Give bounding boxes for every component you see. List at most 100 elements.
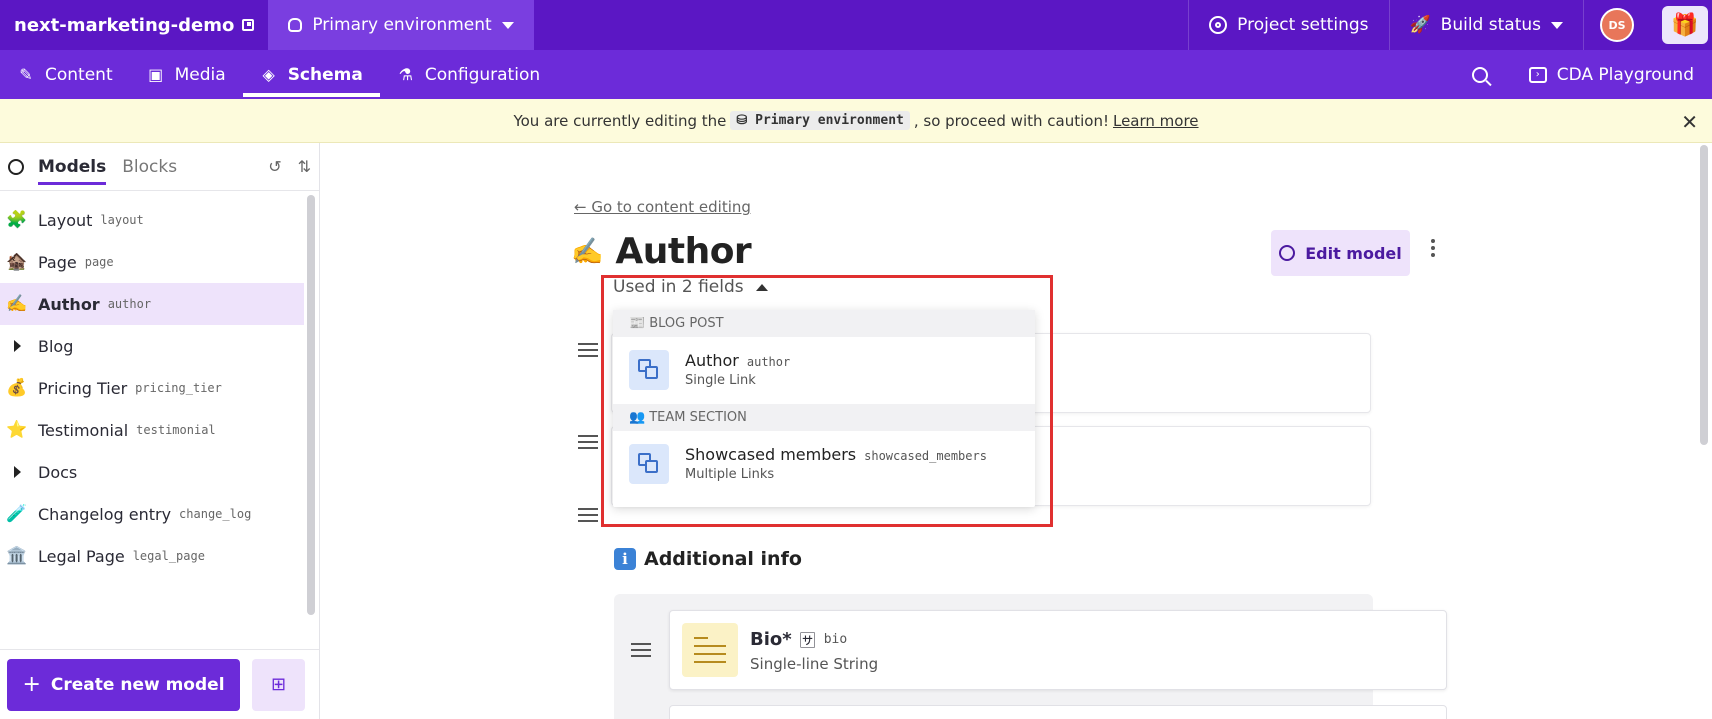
learn-more-link[interactable]: Learn more: [1113, 112, 1199, 130]
close-icon[interactable]: ✕: [1681, 110, 1698, 134]
build-status-label: Build status: [1440, 15, 1541, 35]
sidebar-item-legal-page[interactable]: 🏛️ Legal Page legal_page: [0, 535, 304, 577]
sidebar-item-api: change_log: [179, 507, 252, 521]
search-icon: [1471, 66, 1488, 83]
tab-models[interactable]: Models: [38, 147, 107, 187]
tab-blocks[interactable]: Blocks: [122, 147, 177, 187]
nav-content-label: Content: [45, 64, 113, 85]
puzzle-icon: 🧩: [6, 210, 28, 230]
create-new-model-button[interactable]: + Create new model: [7, 658, 240, 711]
sidebar-item-label: Blog: [38, 336, 74, 356]
dropdown-group-header: 👥 TEAM SECTION: [613, 404, 1035, 431]
dropdown-item-name: Author author: [685, 351, 790, 370]
image-icon: ▣: [148, 65, 164, 84]
dropdown-item-api: author: [746, 355, 791, 369]
test-tube-icon: 🧪: [6, 504, 28, 524]
main-scrollbar[interactable]: [1700, 145, 1708, 445]
sidebar-item-api: legal_page: [132, 549, 205, 563]
nav-configuration[interactable]: ⚗ Configuration: [380, 50, 557, 99]
nav-schema[interactable]: ◈ Schema: [242, 50, 380, 99]
sidebar-item-label: Author: [38, 294, 100, 314]
sidebar-header: Models Blocks ↺ ⇅: [0, 143, 319, 191]
terminal-icon: ›: [1528, 66, 1547, 83]
page-title: ✍️ Author: [571, 231, 752, 272]
translate-icon: 🈂: [799, 631, 816, 650]
caret-right-icon: [4, 340, 30, 352]
sidebar-folder-docs[interactable]: Docs: [0, 451, 304, 493]
drag-handle-icon[interactable]: [631, 643, 651, 657]
dropdown-item-type: Single Link: [685, 373, 756, 388]
gear-icon: [1279, 245, 1296, 261]
banner-text-after: , so proceed with caution!: [913, 111, 1109, 130]
money-bag-icon: 💰: [6, 378, 28, 398]
sidebar-item-pricing-tier[interactable]: 💰 Pricing Tier pricing_tier: [0, 367, 304, 409]
banner-env-label: Primary environment: [755, 113, 904, 128]
edit-icon: ✎: [19, 65, 33, 84]
more-options-icon[interactable]: [1431, 239, 1435, 257]
sidebar-item-changelog-entry[interactable]: 🧪 Changelog entry change_log: [0, 493, 304, 535]
models-list: 🧩 Layout layout 🏚️ Page page ✍️ Author a…: [0, 199, 304, 577]
sidebar-item-api: page: [84, 255, 114, 269]
sort-icon[interactable]: ⇅: [298, 157, 311, 176]
gear-icon: [1209, 16, 1228, 34]
drag-handle-icon[interactable]: [578, 508, 598, 522]
environment-selector[interactable]: Primary environment: [268, 0, 534, 50]
sidebar-item-api: author: [107, 297, 152, 311]
environment-warning-banner: You are currently editing the ⛁ Primary …: [0, 99, 1712, 143]
dropdown-item[interactable]: Author author Single Link: [613, 337, 1035, 404]
nav-media-label: Media: [174, 64, 226, 85]
top-bar: next-marketing-demo Primary environment …: [0, 0, 1712, 50]
history-icon[interactable]: ↺: [268, 157, 281, 176]
dropdown-item[interactable]: Showcased members showcased_members Mult…: [613, 431, 1035, 498]
build-status-button[interactable]: 🚀 Build status: [1388, 0, 1584, 50]
project-name[interactable]: next-marketing-demo: [0, 0, 268, 50]
project-settings-button[interactable]: Project settings: [1188, 0, 1388, 50]
field-name-label: Bio*: [750, 628, 792, 650]
dropdown-group-label: BLOG POST: [649, 316, 724, 331]
link-field-icon: [629, 444, 669, 484]
sidebar-folder-blog[interactable]: Blog: [0, 325, 304, 367]
search-icon[interactable]: [8, 158, 24, 175]
writing-hand-icon: ✍️: [6, 294, 28, 314]
sidebar-item-label: Docs: [38, 462, 78, 482]
go-to-content-editing-link[interactable]: ← Go to content editing: [574, 198, 751, 216]
sidebar-item-label: Legal Page: [38, 546, 125, 566]
newspaper-icon: 📰: [629, 316, 646, 331]
drag-handle-icon[interactable]: [578, 435, 598, 449]
sidebar-item-page[interactable]: 🏚️ Page page: [0, 241, 304, 283]
sidebar-item-testimonial[interactable]: ⭐ Testimonial testimonial: [0, 409, 304, 451]
sidebar-item-author[interactable]: ✍️ Author author: [0, 283, 304, 325]
field-card-bio[interactable]: Bio* 🈂 bio Single-line String: [669, 610, 1447, 690]
nav-media[interactable]: ▣ Media: [130, 50, 243, 99]
chevron-down-icon: [1551, 21, 1563, 29]
edit-model-button[interactable]: Edit model: [1271, 230, 1410, 276]
fieldset-header: i Additional info: [614, 548, 802, 570]
folder-plus-icon: ⊞: [270, 674, 287, 695]
cda-playground-button[interactable]: › CDA Playground: [1512, 50, 1712, 99]
field-name: Bio* 🈂 bio: [750, 627, 847, 651]
new-folder-button[interactable]: ⊞: [252, 658, 305, 711]
sidebar-scrollbar[interactable]: [307, 195, 315, 615]
field-api-key: bio: [823, 631, 848, 647]
nav-content[interactable]: ✎ Content: [0, 50, 130, 99]
page-title-text: Author: [615, 231, 752, 272]
dropdown-item-label: Showcased members: [685, 445, 857, 464]
dropdown-item-name: Showcased members showcased_members: [685, 445, 987, 464]
user-menu[interactable]: DS: [1583, 0, 1650, 50]
project-name-label: next-marketing-demo: [14, 14, 235, 36]
sidebar-item-label: Testimonial: [38, 420, 129, 440]
sidebar-item-layout[interactable]: 🧩 Layout layout: [0, 199, 304, 241]
gift-icon[interactable]: 🎁: [1662, 6, 1708, 44]
used-in-dropdown: 📰 BLOG POST Author author Single Link 👥 …: [613, 310, 1035, 507]
sidebar-footer: + Create new model ⊞: [0, 649, 319, 719]
dropdown-item-label: Author: [685, 351, 739, 370]
field-card[interactable]: [669, 705, 1447, 719]
dropdown-item-api: showcased_members: [864, 449, 987, 463]
drag-handle-icon[interactable]: [578, 343, 598, 357]
plus-icon: +: [22, 672, 41, 697]
external-link-icon: [242, 19, 255, 31]
dropdown-group-label: TEAM SECTION: [649, 410, 747, 425]
search-button[interactable]: [1448, 50, 1512, 99]
flask-icon: ⚗: [398, 65, 413, 84]
banner-text: You are currently editing the: [513, 111, 727, 130]
